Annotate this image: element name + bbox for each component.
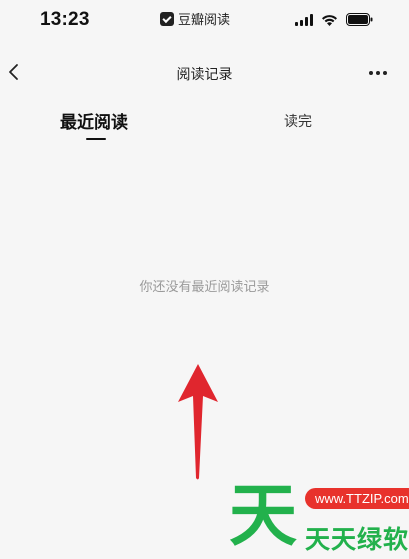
ellipsis-icon[interactable]: [369, 71, 387, 75]
status-indicators: [295, 13, 373, 26]
status-bar: 13:23 豆瓣阅读: [0, 0, 409, 40]
active-tab-indicator: [86, 138, 106, 140]
battery-icon: [346, 13, 373, 26]
status-app-indicator: 豆瓣阅读: [160, 9, 230, 28]
watermark-site-name: 天天绿软: [305, 525, 409, 554]
wifi-icon: [321, 14, 338, 26]
status-app-name: 豆瓣阅读: [178, 13, 231, 28]
site-watermark: 天 www.TTZIP.com 天天绿软: [225, 478, 409, 559]
empty-state-message: 你还没有最近阅读记录: [139, 280, 270, 295]
tab-finished[interactable]: 读完: [284, 111, 312, 131]
tab-recent-reading[interactable]: 最近阅读: [60, 108, 128, 133]
page-title: 阅读记录: [176, 67, 233, 83]
navigation-bar: 阅读记录: [0, 40, 409, 96]
app-check-icon: [160, 11, 174, 26]
signal-icon: [295, 13, 313, 26]
red-arrow-annotation: [176, 362, 220, 482]
watermark-site-badge: www.TTZIP.com: [305, 488, 409, 509]
tab-bar: 最近阅读 读完: [0, 96, 409, 146]
status-time: 13:23: [40, 9, 90, 30]
watermark-logo-char: 天: [229, 477, 298, 556]
